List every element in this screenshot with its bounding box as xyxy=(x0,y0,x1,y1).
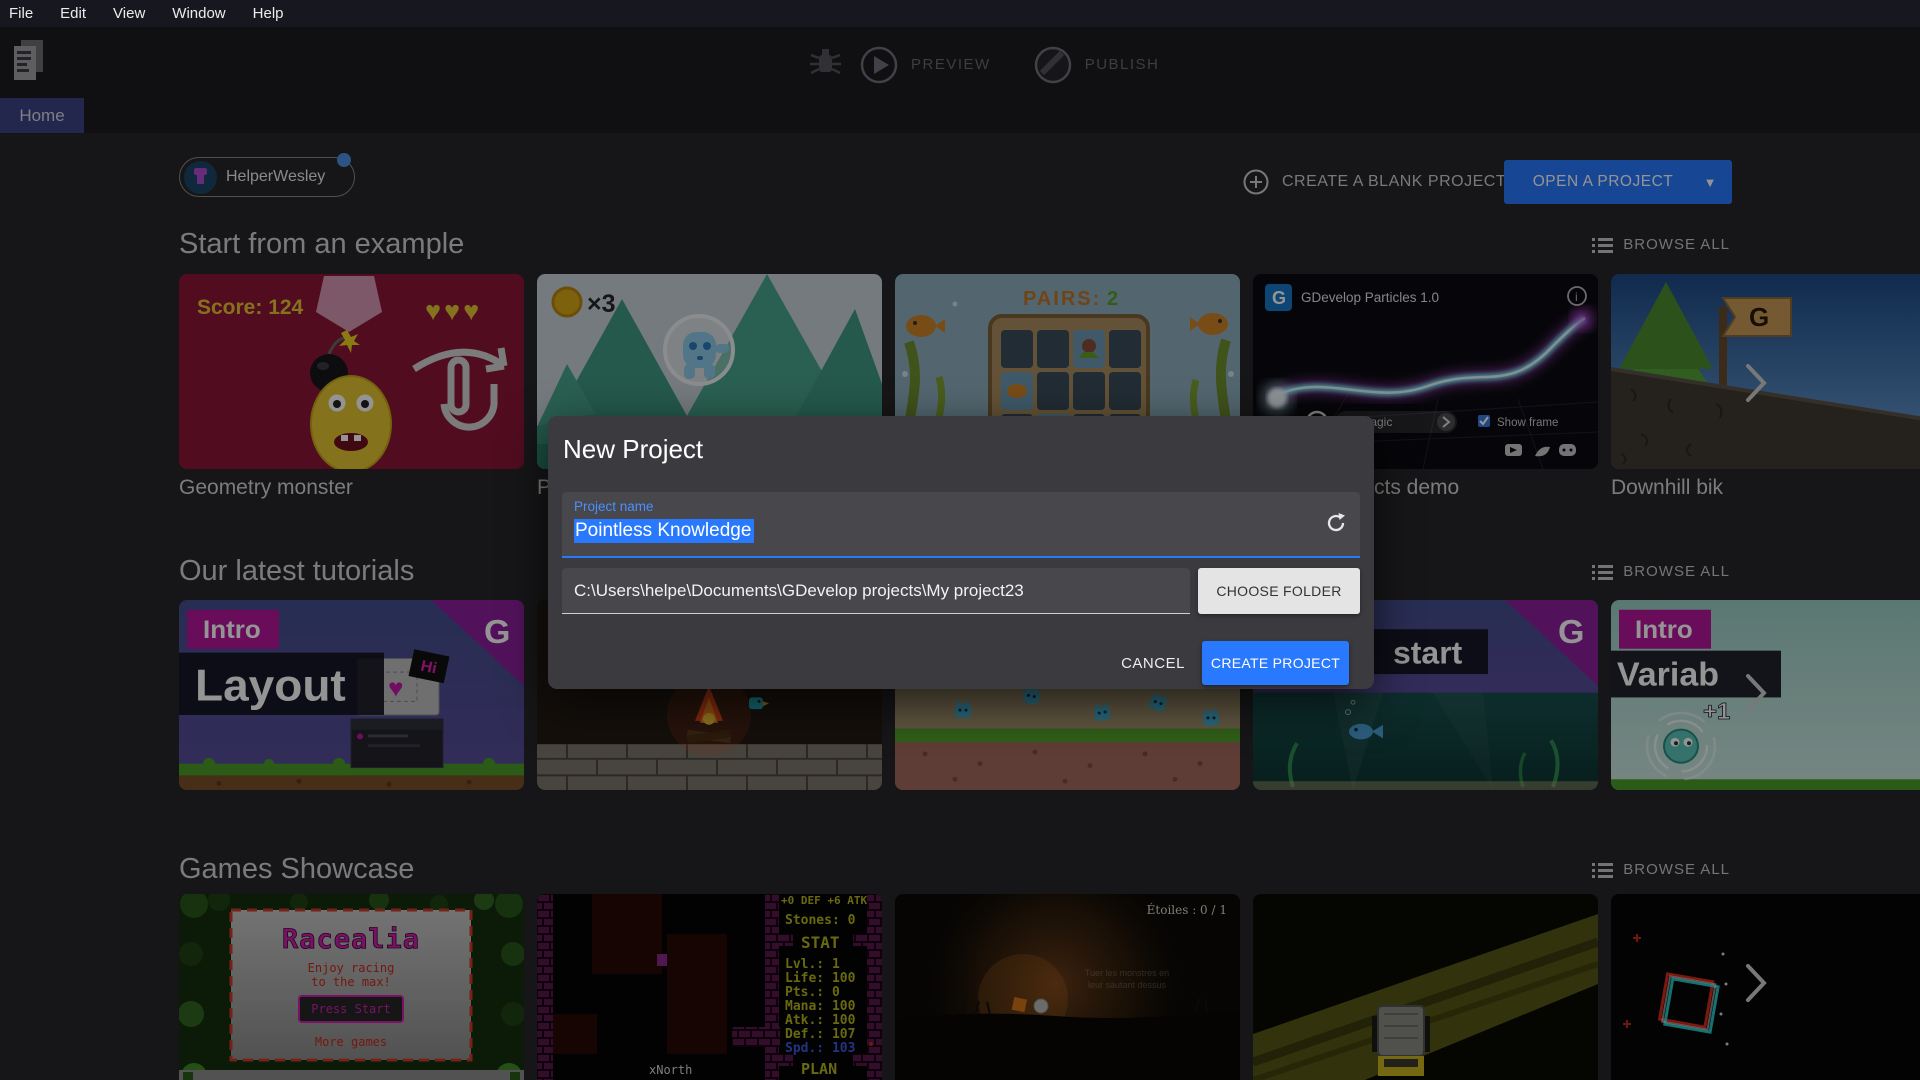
choose-folder-button[interactable]: CHOOSE FOLDER xyxy=(1198,568,1360,614)
project-name-field[interactable]: Project name Pointless Knowledge xyxy=(562,492,1360,558)
gdevelop-window: PREVIEW PUBLISH Home HelperWesley CREATE… xyxy=(0,0,1920,1080)
project-name-value: Pointless Knowledge xyxy=(574,520,754,542)
new-project-dialog: New Project Project name Pointless Knowl… xyxy=(548,416,1374,689)
refresh-icon[interactable] xyxy=(1324,511,1348,540)
create-project-button[interactable]: CREATE PROJECT xyxy=(1202,641,1349,685)
cancel-button[interactable]: CANCEL xyxy=(1108,641,1198,685)
dialog-title: New Project xyxy=(563,434,703,465)
project-path-field[interactable]: C:\Users\helpe\Documents\GDevelop projec… xyxy=(562,568,1190,614)
menu-help[interactable]: Help xyxy=(253,5,284,22)
menu-edit[interactable]: Edit xyxy=(60,5,86,22)
menu-view[interactable]: View xyxy=(113,5,145,22)
project-name-label: Project name xyxy=(574,499,654,514)
menu-window[interactable]: Window xyxy=(172,5,225,22)
menu-bar: File Edit View Window Help xyxy=(0,0,1920,27)
menu-file[interactable]: File xyxy=(9,5,33,22)
